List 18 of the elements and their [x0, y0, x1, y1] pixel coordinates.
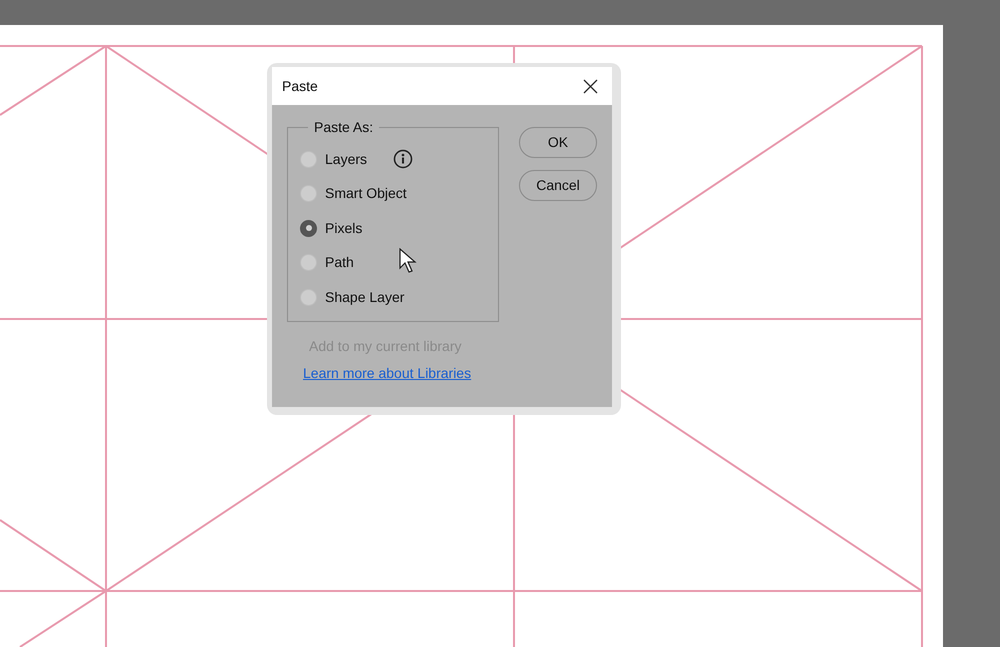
radio-button[interactable] [300, 150, 317, 168]
dialog-button[interactable]: Cancel [519, 170, 597, 201]
close-icon [583, 78, 598, 94]
dialog-title: Paste [282, 76, 318, 96]
info-icon[interactable] [393, 149, 414, 170]
radio-option[interactable]: Pixels [300, 211, 362, 246]
group-label: Paste As: [308, 119, 380, 135]
close-button[interactable] [581, 76, 600, 96]
radio-button[interactable] [300, 220, 317, 237]
radio-button[interactable] [300, 288, 317, 306]
radio-option[interactable]: Smart Object [300, 176, 407, 211]
radio-option[interactable]: Shape Layer [300, 280, 404, 314]
radio-option[interactable]: Layers [300, 142, 368, 176]
radio-button[interactable] [300, 254, 317, 272]
cursor-icon [399, 248, 417, 274]
radio-button[interactable] [300, 185, 317, 202]
radio-option[interactable]: Path [300, 246, 354, 280]
dialog-button[interactable]: OK [519, 127, 597, 158]
